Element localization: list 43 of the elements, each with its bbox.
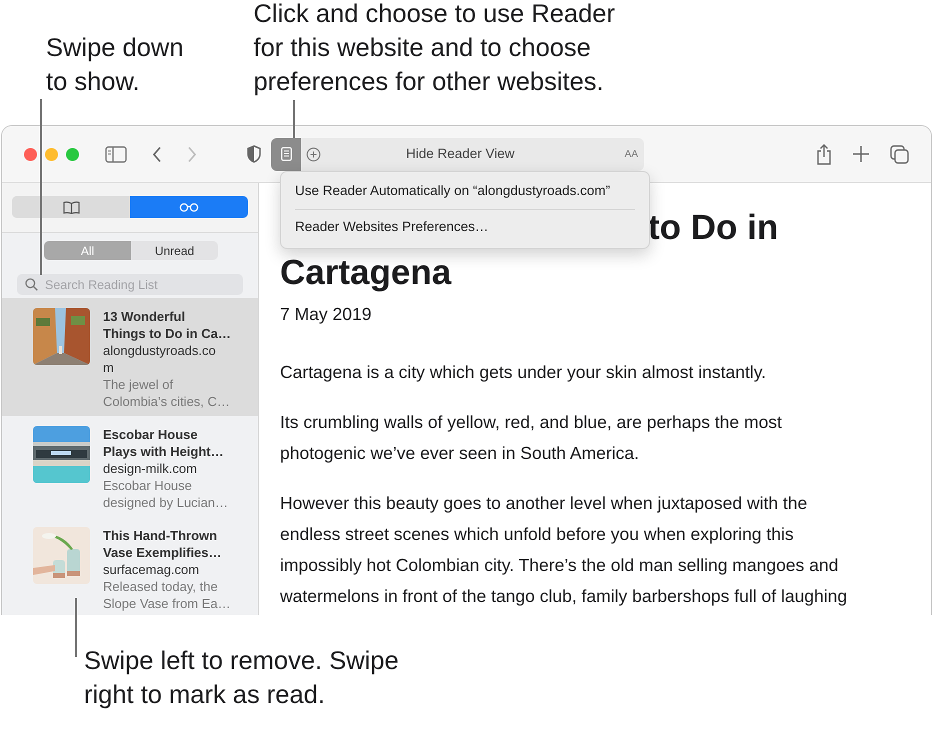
leader-line [293, 100, 295, 138]
article-paragraph: Cartagena is a city which gets under your skin almost instantly. [280, 361, 768, 384]
back-icon[interactable] [152, 146, 162, 162]
item-excerpt: Released today, the Slope Vase from Ea… [103, 578, 231, 612]
article-paragraph: However this beauty goes to another level when juxtaposed with the endless street scenes which unfold before you when exploring this impossibly hot Colombian city. There’s the old man selling mangoes and watermelons in front of the tango club, family barbershops full of laughing [280, 492, 848, 608]
article-paragraph: Its crumbling walls of yellow, red, and blue, are perhaps the most photogenic we’ve ever seen in South America. [280, 411, 783, 466]
reading-list-item[interactable]: Escobar House Plays with Height… design-milk.com Escobar House designed by Lucian… [2, 416, 258, 517]
share-icon[interactable] [816, 144, 832, 164]
address-text: Hide Reader View [406, 144, 515, 163]
glasses-icon [179, 202, 199, 212]
close-button[interactable] [24, 148, 37, 160]
callout-text: Swipe left to remove. Swipe right to mark as read. [84, 646, 400, 711]
reader-icon [280, 147, 292, 161]
reading-list-item[interactable]: This Hand-Thrown Vase Exemplifies… surfacemag.com Released today, the Slope Vase from Ea… [2, 517, 258, 615]
item-site: alongdustyroads.co m [103, 342, 217, 376]
item-title: Escobar House Plays with Height… [103, 426, 225, 460]
search-icon [25, 278, 38, 291]
item-site: surfacemag.com [103, 561, 200, 578]
book-icon [62, 200, 80, 214]
search-field[interactable]: Search Reading List [17, 274, 243, 295]
reading-list-item[interactable]: 13 Wonderful Things to Do in Ca… alongdustyroads.co m The jewel of Colombia’s cities, C… [2, 298, 258, 416]
shield-icon[interactable] [247, 145, 261, 163]
callout-text: Swipe down to show. [46, 33, 184, 98]
article-date: 7 May 2019 [280, 303, 372, 326]
add-icon[interactable] [306, 146, 321, 162]
menu-item[interactable]: Reader Websites Preferences… [281, 210, 649, 246]
article-heading: Cartagena [280, 252, 452, 294]
reading-list-tab[interactable] [130, 196, 248, 218]
reader-button[interactable] [271, 138, 301, 170]
text-size-button[interactable]: AA [624, 146, 638, 162]
item-excerpt: Escobar House designed by Lucian… [103, 477, 228, 511]
callout-text: Click and choose to use Reader for this website and to choose preferences for other websites. [254, 0, 615, 98]
sidebar-icon[interactable] [105, 146, 127, 162]
item-title: 13 Wonderful Things to Do in Ca… [103, 308, 231, 342]
leader-line [75, 598, 77, 657]
tabs-icon[interactable] [890, 144, 909, 164]
filter-tab[interactable]: Unread [131, 241, 218, 260]
item-excerpt: The jewel of Colombia’s cities, C… [103, 376, 231, 410]
item-title: This Hand-Thrown Vase Exemplifies… [103, 527, 223, 561]
article-heading: to Do in [648, 207, 778, 249]
new-tab-icon[interactable] [853, 146, 869, 162]
item-site: design-milk.com [103, 460, 198, 477]
menu-item[interactable]: Use Reader Automatically on “alongdustyroads.com” [281, 174, 649, 210]
